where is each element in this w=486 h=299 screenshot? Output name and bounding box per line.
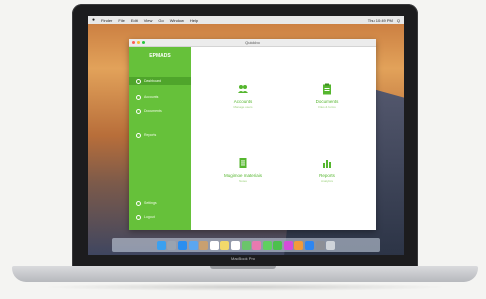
tile-label: Reports: [319, 173, 335, 178]
circle-icon: [136, 108, 141, 114]
sidebar-item-label: Logout: [144, 215, 155, 219]
spotlight-icon[interactable]: Q: [397, 18, 400, 23]
sidebar-item-documents[interactable]: Documents: [129, 107, 191, 115]
clock[interactable]: Thu 10:49 PM: [368, 18, 393, 23]
tile-documents[interactable]: Documents Files & forms: [287, 83, 367, 133]
screen: ● Finder File Edit View Go Window Help T…: [88, 16, 404, 255]
photos-icon[interactable]: [252, 240, 262, 250]
safari-icon[interactable]: [177, 240, 187, 250]
tile-reports[interactable]: Reports Analytics: [287, 157, 367, 207]
tile-sublabel: Analytics: [320, 179, 333, 183]
laptop: ● Finder File Edit View Go Window Help T…: [0, 0, 486, 299]
tile-sublabel: Manage users: [233, 105, 253, 109]
window-title: Quickbo: [245, 40, 260, 45]
window-titlebar[interactable]: Quickbo: [129, 39, 376, 47]
dock: [112, 238, 380, 252]
tile-materials[interactable]: Mugimoe materiais Notes: [203, 157, 283, 207]
sidebar-item-label: Reports: [144, 133, 157, 137]
circle-icon: [136, 214, 141, 220]
tile-sublabel: Notes: [239, 179, 247, 183]
settings-icon[interactable]: [315, 240, 325, 250]
menu-item[interactable]: View: [144, 18, 153, 23]
calendar-icon[interactable]: [209, 240, 219, 250]
brand-logo: EPMADS: [149, 53, 171, 59]
circle-icon: [136, 200, 141, 206]
sidebar-item-label: Settings: [144, 201, 157, 205]
menu-item[interactable]: File: [118, 18, 124, 23]
menu-item[interactable]: Edit: [131, 18, 138, 23]
mail-icon[interactable]: [188, 240, 198, 250]
apple-icon[interactable]: ●: [92, 17, 95, 23]
laptop-model-label: MacBook Pro: [230, 256, 255, 261]
menu-item[interactable]: Window: [170, 18, 184, 23]
circle-icon: [136, 94, 141, 100]
menubar: ● Finder File Edit View Go Window Help T…: [88, 16, 404, 24]
sidebar-item-label: Accounts: [144, 95, 159, 99]
contacts-icon[interactable]: [199, 240, 209, 250]
tile-accounts[interactable]: Accounts Manage users: [203, 83, 283, 133]
sidebar-item-label: Documents: [144, 109, 162, 113]
document-icon: [239, 158, 247, 168]
launchpad-icon[interactable]: [167, 240, 177, 250]
circle-icon: [136, 78, 141, 84]
maps-icon[interactable]: [241, 240, 251, 250]
itunes-icon[interactable]: [283, 240, 293, 250]
messages-icon[interactable]: [262, 240, 272, 250]
trash-icon[interactable]: [326, 240, 336, 250]
notes-icon[interactable]: [220, 240, 230, 250]
tile-label: Mugimoe materiais: [223, 173, 262, 178]
circle-icon: [136, 132, 141, 138]
menubar-status: Thu 10:49 PM Q: [368, 18, 400, 23]
menu-item[interactable]: Finder: [101, 18, 112, 23]
sidebar-item-settings[interactable]: Settings: [129, 199, 191, 207]
finder-icon[interactable]: [156, 240, 166, 250]
ibooks-icon[interactable]: [294, 240, 304, 250]
sidebar-item-logout[interactable]: Logout: [129, 213, 191, 221]
menu-item[interactable]: Go: [158, 18, 163, 23]
sidebar-item-accounts[interactable]: Accounts: [129, 93, 191, 101]
dashboard-main: Accounts Manage users Documents Files & …: [191, 47, 376, 230]
laptop-notch: [210, 266, 276, 269]
sidebar-item-label: Dashboard: [144, 79, 162, 83]
facetime-icon[interactable]: [273, 240, 283, 250]
sidebar-item-reports[interactable]: Reports: [129, 131, 191, 139]
appstore-icon[interactable]: [305, 240, 315, 250]
laptop-shadow: [40, 283, 450, 291]
tile-label: Documents: [315, 99, 339, 104]
sidebar: EPMADS Dashboard Accounts Documents Repo…: [129, 47, 191, 230]
people-icon: [238, 85, 248, 93]
clipboard-icon: [323, 83, 331, 95]
tile-sublabel: Files & forms: [318, 105, 336, 109]
bar-chart-icon: [323, 160, 331, 168]
sidebar-item-dashboard[interactable]: Dashboard: [129, 77, 191, 85]
app-window: Quickbo EPMADS Dashboard Accounts Docume…: [129, 39, 376, 230]
tile-label: Accounts: [233, 99, 253, 104]
reminders-icon[interactable]: [230, 240, 240, 250]
menu-item[interactable]: Help: [190, 18, 198, 23]
